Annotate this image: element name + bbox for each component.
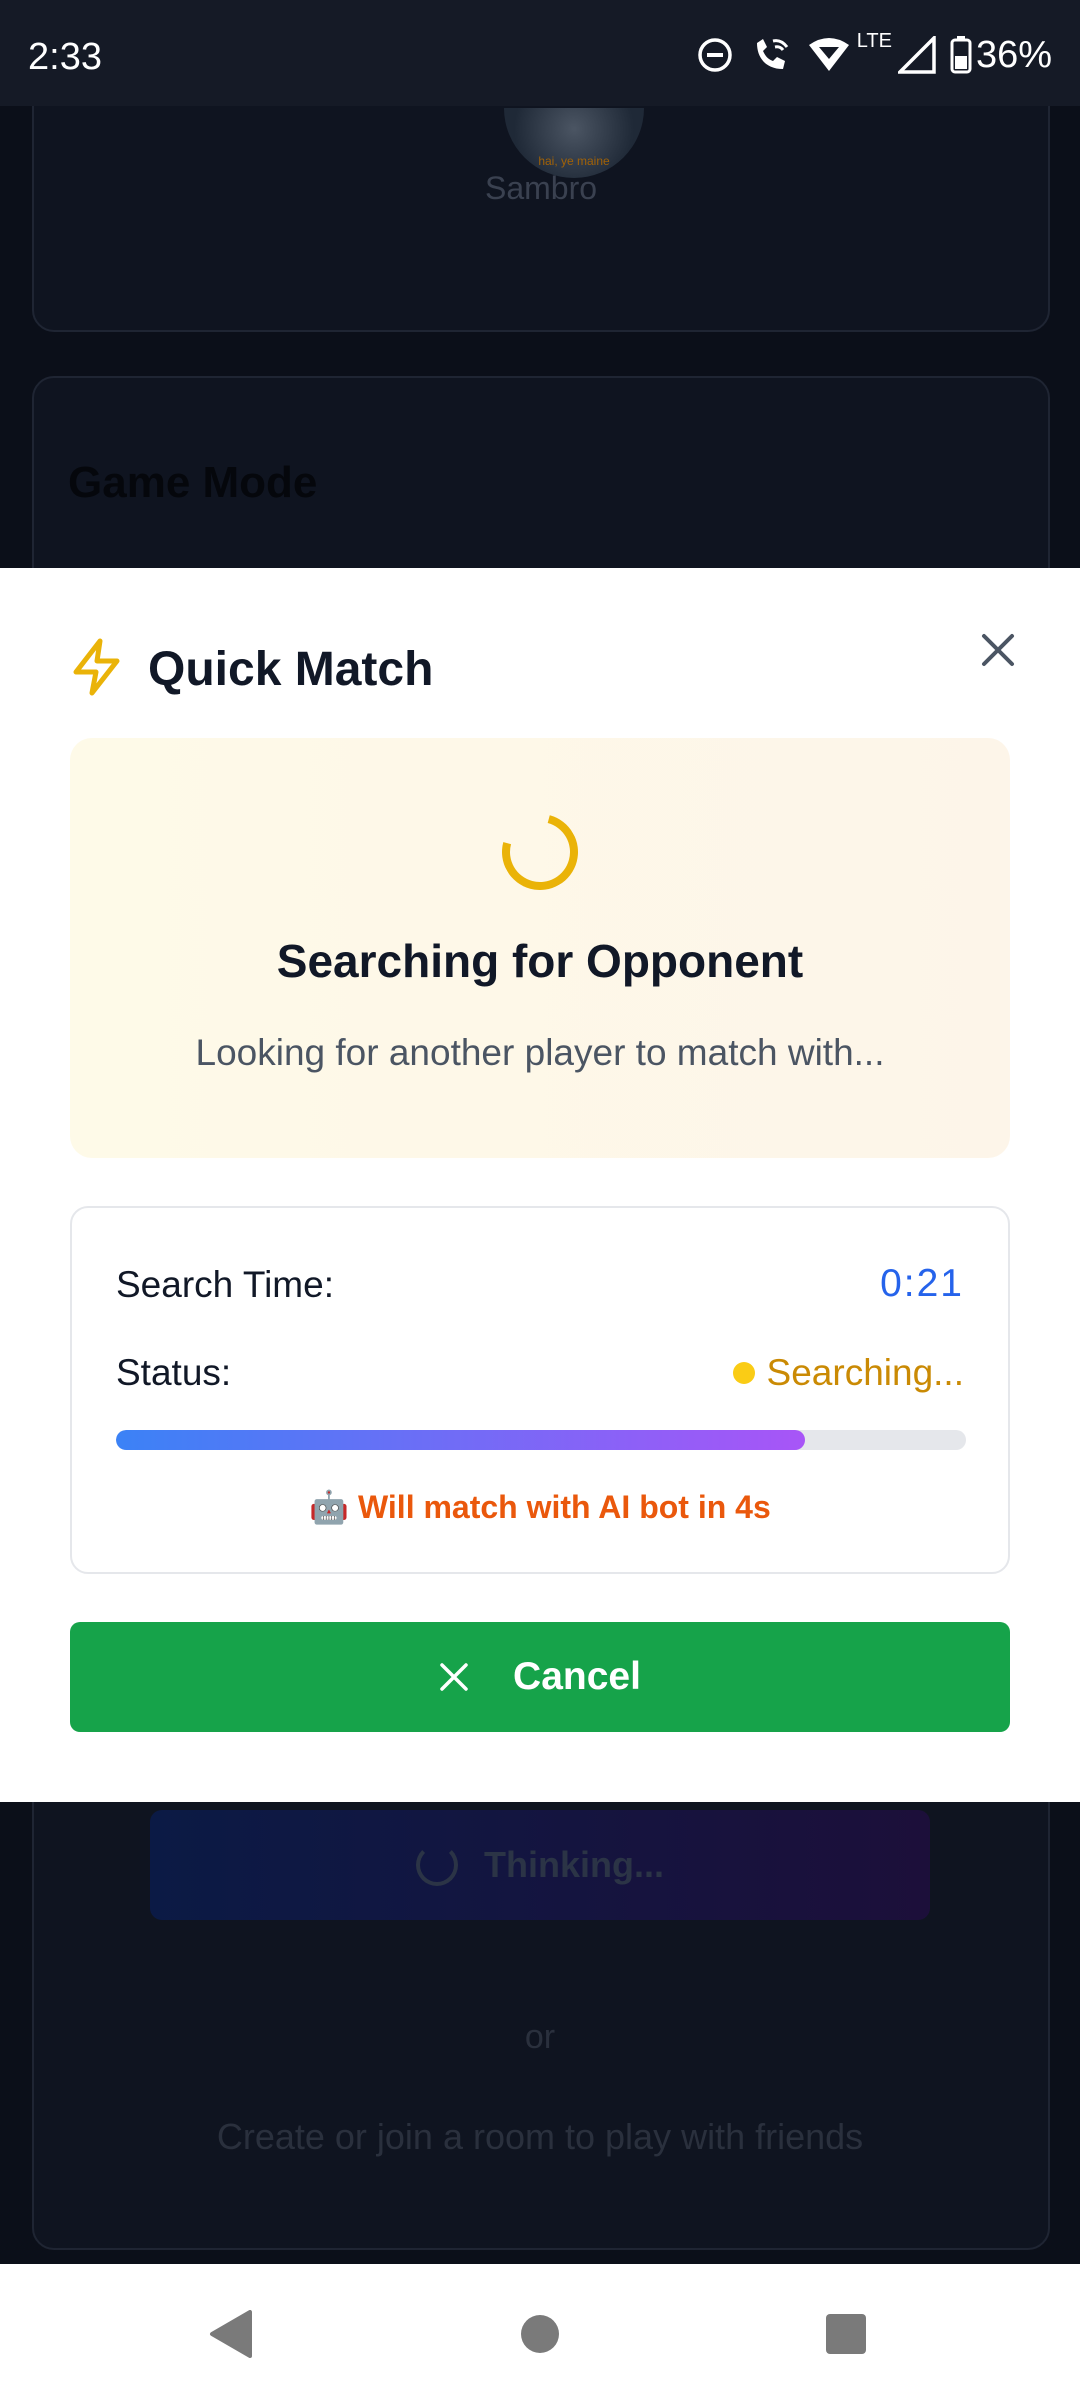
wifi-icon xyxy=(807,35,851,75)
room-text: Create or join a room to play with frien… xyxy=(216,2116,864,2157)
cancel-label: Cancel xyxy=(513,1655,641,1698)
network-type: LTE xyxy=(856,30,892,52)
or-divider: or xyxy=(524,2018,556,2056)
recents-icon xyxy=(826,2314,866,2354)
close-button[interactable] xyxy=(966,618,1030,682)
player-name: Sambro xyxy=(484,170,598,206)
ai-bot-note: 🤖 Will match with AI bot in 4s xyxy=(309,1489,771,1525)
thinking-button: Thinking... xyxy=(150,1810,930,1920)
status-bar: 2:33 LTE 36% xyxy=(0,0,1080,106)
bolt-icon xyxy=(70,638,148,701)
game-mode-title: Game Mode xyxy=(68,458,318,507)
modal-title: Quick Match xyxy=(148,642,434,696)
cell-signal-icon xyxy=(897,36,936,74)
search-time-value: 0:21 xyxy=(880,1262,964,1305)
status-label: Status: xyxy=(116,1352,232,1393)
search-info-card: Search Time: 0:21 Status: Searching... 🤖… xyxy=(70,1206,1010,1574)
search-progress-bar xyxy=(116,1430,966,1450)
search-time-label: Search Time: xyxy=(116,1264,334,1305)
modal-header: Quick Match xyxy=(70,634,433,704)
recents-button[interactable] xyxy=(820,2308,872,2360)
battery-icon xyxy=(950,36,972,74)
cancel-button[interactable]: Cancel xyxy=(70,1622,1010,1732)
avatar-caption: hai, ye maine xyxy=(538,154,610,168)
avatar: hai, ye maine xyxy=(504,108,644,178)
thinking-label: Thinking... xyxy=(484,1844,664,1885)
screen: 2:33 LTE 36% hai, ye maine Sambro Game M… xyxy=(0,0,1080,2400)
spinner-icon xyxy=(416,1844,458,1886)
search-panel: Searching for Opponent Looking for anoth… xyxy=(70,738,1010,1158)
status-badge: Searching... xyxy=(732,1352,964,1394)
navigation-bar xyxy=(0,2264,1080,2400)
battery-percent: 36% xyxy=(975,33,1052,76)
back-icon xyxy=(210,2310,252,2358)
status-icons: LTE 36% xyxy=(697,30,1052,80)
home-icon xyxy=(521,2315,559,2353)
search-progress-fill xyxy=(116,1430,805,1450)
close-icon xyxy=(982,634,1014,666)
search-heading: Searching for Opponent xyxy=(276,935,804,987)
status-value: Searching... xyxy=(766,1352,964,1393)
close-icon xyxy=(440,1663,468,1691)
search-subtitle: Looking for another player to match with… xyxy=(195,1032,885,1073)
spinner-icon xyxy=(488,800,592,904)
wifi-call-icon xyxy=(751,35,791,75)
do-not-disturb-icon xyxy=(697,37,733,73)
profile-card: hai, ye maine Sambro xyxy=(32,76,1050,332)
status-dot-icon xyxy=(732,1362,755,1384)
home-button[interactable] xyxy=(514,2308,566,2360)
back-button[interactable] xyxy=(204,2308,256,2360)
status-time: 2:33 xyxy=(28,36,102,78)
quick-match-modal: Quick Match Searching for Opponent Looki… xyxy=(0,568,1080,1802)
